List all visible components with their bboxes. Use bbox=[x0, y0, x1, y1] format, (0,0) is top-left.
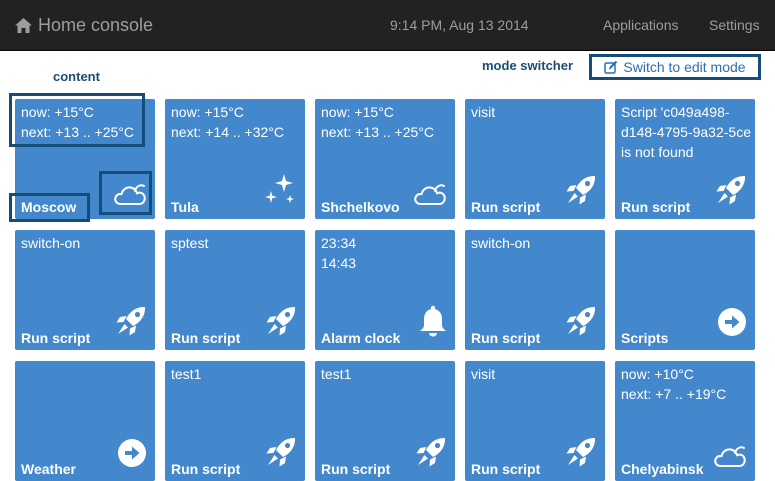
tile[interactable]: test1 Run script bbox=[315, 361, 455, 481]
tile[interactable]: Weather bbox=[15, 361, 155, 481]
annotation-content-box bbox=[9, 93, 145, 147]
nav-applications[interactable]: Applications bbox=[603, 16, 679, 34]
tile-title: Weather bbox=[21, 461, 76, 477]
tile-content: sptest bbox=[171, 235, 209, 251]
annotation-mode-switcher-label: mode switcher bbox=[482, 58, 574, 73]
tile[interactable]: Scripts bbox=[615, 230, 755, 350]
switch-to-edit-mode-button[interactable]: Switch to edit mode bbox=[589, 54, 761, 80]
cloud-icon bbox=[713, 444, 747, 473]
tile-title: Tula bbox=[171, 199, 199, 215]
tile-content: Script 'c049a498-d148-4795-9a32-5ce is n… bbox=[621, 104, 751, 160]
rocket-icon bbox=[715, 174, 747, 211]
nav-settings[interactable]: Settings bbox=[709, 16, 760, 34]
rocket-icon bbox=[265, 436, 297, 473]
tile[interactable]: now: +15°C next: +14 .. +32°C Tula bbox=[165, 99, 305, 219]
brand-link[interactable]: Home console bbox=[15, 14, 153, 36]
tile-content: now: +10°C next: +7 .. +19°C bbox=[621, 366, 727, 402]
tile[interactable]: now: +15°C next: +13 .. +25°C Shchelkovo bbox=[315, 99, 455, 219]
tile-content: switch-on bbox=[471, 235, 531, 251]
tile[interactable]: switch-on Run script bbox=[15, 230, 155, 350]
clock-display: 9:14 PM, Aug 13 2014 bbox=[390, 17, 529, 33]
cloud-icon bbox=[413, 182, 447, 211]
rocket-icon bbox=[265, 305, 297, 342]
tile[interactable]: test1 Run script bbox=[165, 361, 305, 481]
tile-title: Run script bbox=[171, 330, 241, 346]
tile-title: Shchelkovo bbox=[321, 199, 400, 215]
tile-content: switch-on bbox=[21, 235, 81, 251]
arrow-right-circle-icon bbox=[117, 438, 147, 473]
rocket-icon bbox=[415, 436, 447, 473]
tile[interactable]: switch-on Run script bbox=[465, 230, 605, 350]
switch-to-edit-mode-label: Switch to edit mode bbox=[623, 59, 746, 75]
top-navbar: Home console 9:14 PM, Aug 13 2014 Applic… bbox=[0, 0, 775, 51]
tile-content: now: +15°C next: +14 .. +32°C bbox=[171, 104, 285, 140]
tile[interactable]: now: +10°C next: +7 .. +19°C Chelyabinsk bbox=[615, 361, 755, 481]
tile[interactable]: Script 'c049a498-d148-4795-9a32-5ce is n… bbox=[615, 99, 755, 219]
tile[interactable]: visit Run script bbox=[465, 99, 605, 219]
home-icon bbox=[15, 17, 32, 33]
bell-icon bbox=[419, 305, 447, 342]
tile-content: visit bbox=[471, 366, 496, 382]
stars-icon bbox=[263, 174, 297, 211]
tile-title: Scripts bbox=[621, 330, 669, 346]
tile-title: Run script bbox=[471, 199, 541, 215]
tile[interactable]: visit Run script bbox=[465, 361, 605, 481]
brand-label: Home console bbox=[38, 15, 154, 35]
tile[interactable]: 23:34 14:43 Alarm clock bbox=[315, 230, 455, 350]
tile-title: Chelyabinsk bbox=[621, 461, 704, 477]
rocket-icon bbox=[565, 305, 597, 342]
tile-title: Run script bbox=[471, 461, 541, 477]
tile-title: Run script bbox=[471, 330, 541, 346]
tile-content: test1 bbox=[171, 366, 202, 382]
tile-content: visit bbox=[471, 104, 496, 120]
tile-title: Run script bbox=[621, 199, 691, 215]
tile[interactable]: sptest Run script bbox=[165, 230, 305, 350]
tile-content: now: +15°C next: +13 .. +25°C bbox=[321, 104, 435, 140]
tile-content: 23:34 14:43 bbox=[321, 235, 357, 271]
annotation-content-label: content bbox=[53, 69, 100, 84]
tile-title: Run script bbox=[321, 461, 391, 477]
annotation-icon-box bbox=[99, 171, 152, 215]
rocket-icon bbox=[115, 305, 147, 342]
tile-content: test1 bbox=[321, 366, 352, 382]
tile-title: Run script bbox=[171, 461, 241, 477]
rocket-icon bbox=[565, 436, 597, 473]
tile-title: Run script bbox=[21, 330, 91, 346]
rocket-icon bbox=[565, 174, 597, 211]
annotation-title-box bbox=[9, 193, 90, 222]
tile-title: Alarm clock bbox=[321, 330, 401, 346]
arrow-right-circle-icon bbox=[717, 307, 747, 342]
edit-icon bbox=[604, 60, 618, 74]
